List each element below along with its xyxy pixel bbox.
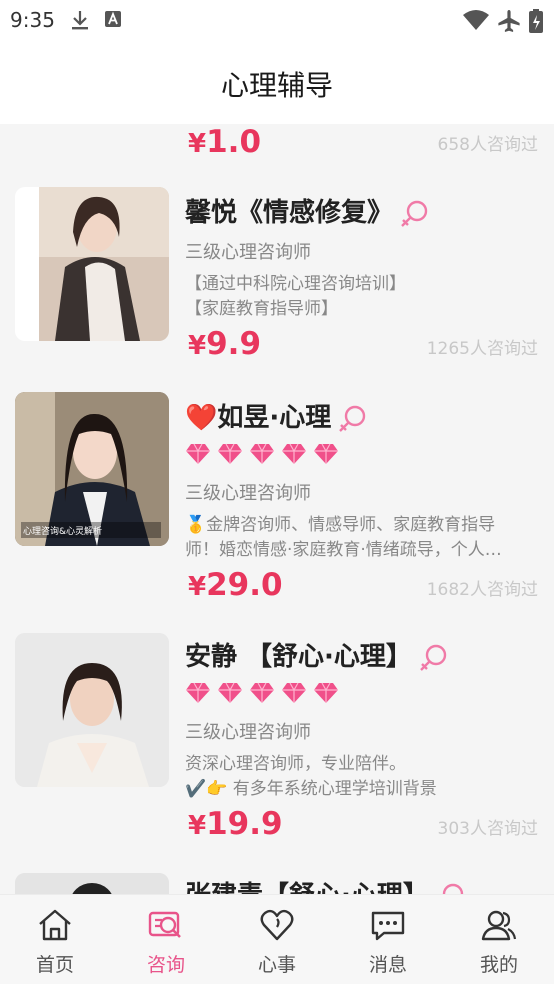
- consult-icon: [148, 911, 181, 938]
- avatar: [15, 873, 169, 894]
- counselor-card[interactable]: 心理咨询&心灵解析 ❤️如昱·心理 三级心理咨询师 🥇金牌咨询师、情感导师、家庭…: [0, 381, 554, 626]
- counselor-desc-line: 资深心理咨询师，专业陪伴。: [185, 754, 406, 774]
- consult-count: 1265人咨询过: [426, 339, 538, 359]
- counselor-name: 张建青【舒心·心理】: [185, 875, 465, 894]
- gem-icon: [250, 682, 274, 703]
- avatar: 心理咨询&心灵解析: [15, 392, 169, 546]
- profile-icon: [481, 910, 517, 941]
- gem-icon: [186, 682, 210, 703]
- price: ¥9.9: [188, 326, 262, 362]
- tab-label: 消息: [368, 954, 407, 976]
- airplane-icon: [498, 10, 520, 32]
- heart-icon: [260, 909, 294, 941]
- counselor-desc-line: ✔️👉 有多年系统心理学培训背景: [185, 779, 437, 799]
- counselor-level: 三级心理咨询师: [185, 722, 311, 743]
- status-bar: 9:35: [0, 0, 554, 40]
- counselor-card[interactable]: 张建青【舒心·心理】: [0, 871, 554, 894]
- tab-label: 首页: [35, 954, 74, 976]
- counselor-list[interactable]: ¥1.0 658人咨询过 馨悦《情感修复》 三级心理咨询师 【通过中科院心理咨询…: [0, 124, 554, 894]
- counselor-card[interactable]: 安静 【舒心·心理】 三级心理咨询师 资深心理咨询师，专业陪伴。 ✔️👉 有多年…: [0, 626, 554, 871]
- counselor-desc-line: 🥇金牌咨询师、情感导师、家庭教育指导: [185, 515, 496, 535]
- bottom-tab-bar: 首页 咨询 心事 消息 我的: [0, 894, 554, 984]
- tab-heart[interactable]: 心事: [222, 895, 332, 985]
- counselor-name: ❤️如昱·心理: [185, 397, 367, 434]
- gem-icon: [314, 682, 338, 703]
- home-icon: [39, 909, 71, 941]
- download-icon: [72, 11, 88, 30]
- gem-icon: [186, 443, 210, 464]
- consult-count: 658人咨询过: [437, 135, 538, 155]
- gem-icon: [218, 682, 242, 703]
- gem-icon: [314, 443, 338, 464]
- female-icon: [401, 200, 428, 227]
- status-time: 9:35: [10, 8, 55, 32]
- consult-count: 1682人咨询过: [426, 580, 538, 600]
- avatar: [15, 187, 169, 341]
- tab-message[interactable]: 消息: [333, 895, 443, 985]
- counselor-desc-line: 【通过中科院心理咨询培训】: [185, 274, 406, 294]
- counselor-desc-line: 师！婚恋情感·家庭教育·情绪疏导，个人…: [185, 540, 502, 560]
- rating-gems: [185, 682, 345, 706]
- price: ¥19.9: [188, 806, 283, 842]
- gem-icon: [282, 443, 306, 464]
- gem-icon: [282, 682, 306, 703]
- gem-icon: [250, 443, 274, 464]
- gem-icon: [218, 443, 242, 464]
- rating-gems: [185, 443, 345, 467]
- tab-label: 我的: [479, 954, 518, 976]
- photo-caption: 心理咨询&心灵解析: [23, 527, 103, 537]
- battery-icon: [529, 9, 543, 33]
- tab-label: 心事: [257, 954, 296, 976]
- counselor-level: 三级心理咨询师: [185, 242, 311, 263]
- header: 心理辅导: [0, 40, 554, 124]
- page-title: 心理辅导: [220, 69, 333, 102]
- price: ¥29.0: [188, 567, 283, 603]
- female-icon: [420, 644, 447, 671]
- counselor-level: 三级心理咨询师: [185, 483, 311, 504]
- text-app-icon: [105, 11, 121, 27]
- counselor-name: 馨悦《情感修复》: [185, 192, 429, 229]
- tab-label: 咨询: [146, 954, 185, 976]
- heart-icon: ❤️: [185, 403, 218, 433]
- counselor-desc-line: 【家庭教育指导师】: [185, 299, 338, 319]
- tab-profile[interactable]: 我的: [444, 895, 554, 985]
- counselor-card[interactable]: ¥1.0 658人咨询过: [0, 124, 554, 176]
- counselor-name: 安静 【舒心·心理】: [185, 636, 448, 673]
- consult-count: 303人咨询过: [437, 819, 538, 839]
- wifi-icon: [463, 10, 489, 30]
- message-icon: [371, 911, 405, 941]
- female-icon: [339, 405, 366, 432]
- female-icon: [442, 883, 464, 894]
- tab-consult[interactable]: 咨询: [111, 895, 221, 985]
- counselor-card[interactable]: 馨悦《情感修复》 三级心理咨询师 【通过中科院心理咨询培训】 【家庭教育指导师】…: [0, 176, 554, 381]
- avatar: [15, 633, 169, 787]
- tab-home[interactable]: 首页: [0, 895, 110, 985]
- price: ¥1.0: [188, 124, 262, 160]
